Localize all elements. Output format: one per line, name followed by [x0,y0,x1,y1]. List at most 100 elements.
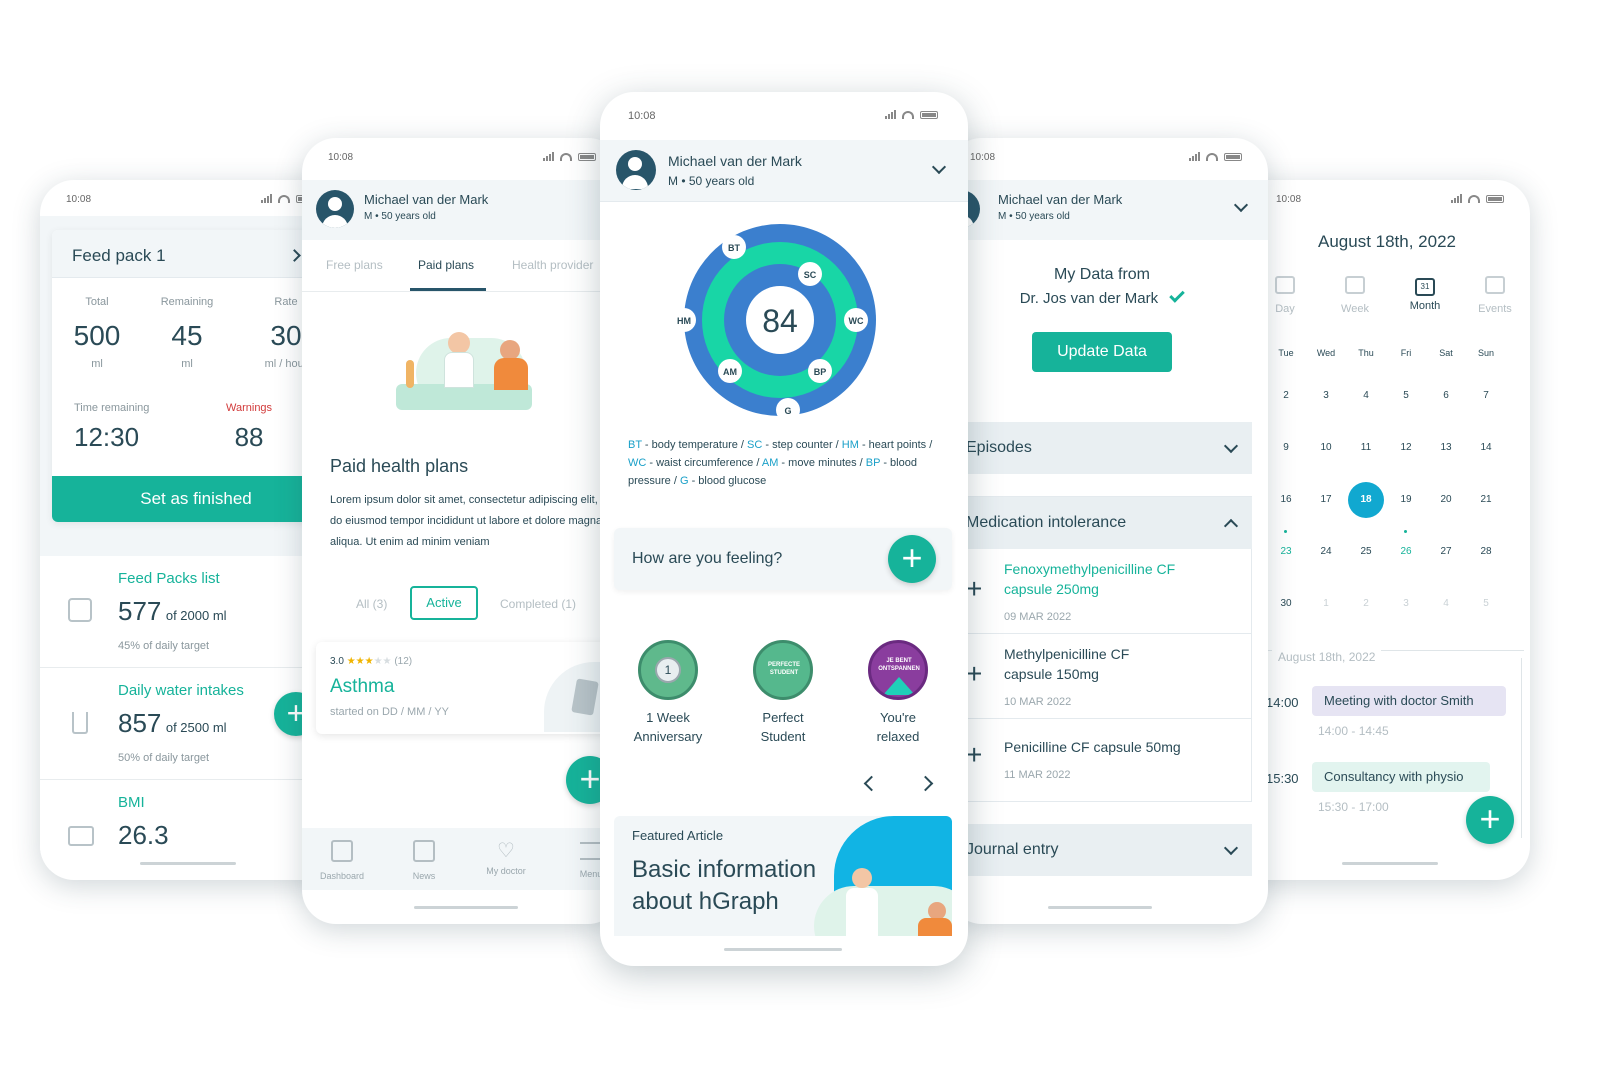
svg-text:WC: WC [849,316,864,326]
tab-health-provider[interactable]: Health provider [512,258,593,272]
set-finished-button[interactable]: Set as finished [52,476,340,522]
filter-completed[interactable]: Completed (1) [500,597,576,611]
med-intolerance-header[interactable]: Medication intolerance [948,497,1252,549]
legend-key: BP [865,457,881,469]
weekday-header: Sat [1439,348,1453,358]
weekday-header: Thu [1358,348,1374,358]
med-intolerance-accordion: Medication intolerance + Fenoxymethylpen… [948,496,1252,802]
calendar-day[interactable]: 9 [1268,430,1304,466]
plan-card-asthma[interactable]: 3.0 ★★★★★ (12) Asthma started on DD / MM… [316,642,622,734]
add-event-button[interactable]: + [1466,796,1514,844]
chevron-left-icon[interactable] [863,775,880,792]
status-bar: 10:08 [1230,180,1530,210]
calendar-day[interactable]: 26 [1388,534,1424,570]
calendar-day[interactable]: 13 [1428,430,1464,466]
calendar-day[interactable]: 20 [1428,482,1464,518]
stat-total: Total 500 ml [73,296,121,370]
calendar-day[interactable]: 28 [1468,534,1504,570]
chevron-down-icon[interactable] [931,159,947,175]
health-score: 84 [762,303,798,339]
svg-text:G: G [784,406,791,416]
calendar-day[interactable]: 30 [1268,586,1304,622]
wifi-icon [278,195,290,203]
svg-text:BT: BT [728,243,740,253]
calendar-day[interactable]: 5 [1388,378,1424,414]
article-title: Basic information [632,856,817,883]
calendar-day[interactable]: 5 [1468,586,1504,622]
wifi-icon [1468,195,1480,203]
nav-news[interactable]: News [394,840,454,881]
nav-my-doctor[interactable]: ♡ My doctor [476,840,536,876]
calendar-day[interactable]: 27 [1428,534,1464,570]
list-item-bmi[interactable]: BMI 26.3 [40,780,340,870]
wifi-icon [1206,153,1218,161]
chevron-right-icon[interactable] [288,249,301,262]
calendar-day[interactable]: 4 [1428,586,1464,622]
badge-perfect-student[interactable]: PERFECTE STUDENT Perfect Student [735,640,831,744]
tab-paid-plans[interactable]: Paid plans [418,258,474,272]
med-item[interactable]: + Penicilline CF capsule 50mg 11 MAR 202… [948,719,1252,803]
phone-health-plans: 10:08 Michael van der Mark M • 50 years … [302,138,622,924]
profile-header[interactable]: Michael van der Mark M • 50 years old [948,180,1268,240]
profile-header[interactable]: Michael van der Mark M • 50 years old [302,180,622,240]
med-item[interactable]: + Fenoxymethylpenicilline CF capsule 250… [948,549,1252,634]
tab-free-plans[interactable]: Free plans [326,258,383,272]
view-events[interactable]: Events [1470,276,1520,315]
gauge-label-sc: SC [798,262,822,286]
calendar-day[interactable]: 25 [1348,534,1384,570]
filter-all[interactable]: All (3) [356,597,387,611]
calendar-day[interactable]: 3 [1388,586,1424,622]
calendar-day[interactable]: 10 [1308,430,1344,466]
legend-text: - waist circumference / [646,457,762,469]
list-item-feed-packs[interactable]: Feed Packs list 577 of 2000 ml 45% of da… [40,556,340,668]
chevron-right-icon[interactable] [917,775,934,792]
add-feeling-button[interactable]: + [888,535,936,583]
view-week[interactable]: Week [1330,276,1380,315]
list-item-water[interactable]: Daily water intakes 857 of 2500 ml 50% o… [40,668,340,780]
calendar-day[interactable]: 7 [1468,378,1504,414]
calendar-day[interactable]: 1 [1308,586,1344,622]
calendar-day[interactable]: 14 [1468,430,1504,466]
chevron-down-icon [1223,438,1239,454]
badge-week-anniversary[interactable]: 1 1 Week Anniversary [620,640,716,744]
home-indicator [1048,906,1152,909]
calendar-day[interactable]: 2 [1268,378,1304,414]
calendar-day[interactable]: 11 [1348,430,1384,466]
plan-name: Asthma [330,676,395,697]
weekday-header: Sun [1477,348,1494,358]
calendar-day[interactable]: 12 [1388,430,1424,466]
calendar-day[interactable]: 4 [1348,378,1384,414]
chevron-down-icon[interactable] [1233,197,1249,213]
phone-dashboard: 10:08 Michael van der Mark M • 50 years … [600,92,968,966]
gauge-legend: BT - body temperature / SC - step counte… [628,436,942,490]
feeling-card[interactable]: How are you feeling? + [614,528,952,590]
featured-article-card[interactable]: Featured Article Basic information about… [614,816,952,936]
feed-pack-card: Feed pack 1 Total 500 ml Remaining 45 ml… [52,230,340,522]
calendar-day[interactable]: 16 [1268,482,1304,518]
nav-dashboard[interactable]: Dashboard [312,840,372,881]
plus-icon: + [966,739,983,770]
calendar-day[interactable]: 24 [1308,534,1344,570]
calendar-day[interactable]: 21 [1468,482,1504,518]
calendar-day[interactable]: 17 [1308,482,1344,518]
update-data-button[interactable]: Update Data [1032,332,1172,372]
view-month[interactable]: 31 Month [1400,276,1450,312]
legend-key: HM [841,439,859,451]
profile-header[interactable]: Michael van der Mark M • 50 years old [600,140,968,202]
med-item[interactable]: + Methylpenicilline CF capsule 150mg 10 … [948,634,1252,719]
home-indicator [724,948,842,951]
calendar-day[interactable]: 23 [1268,534,1304,570]
calendar-day[interactable]: 19 [1388,482,1424,518]
calendar-day[interactable]: 3 [1308,378,1344,414]
calendar-day[interactable]: 2 [1348,586,1384,622]
journal-accordion[interactable]: Journal entry [948,824,1252,876]
event-dot [1404,530,1407,533]
battery-icon [1486,195,1504,203]
dashboard-icon [331,840,353,862]
badge-relaxed[interactable]: JE BENT ONTSPANNEN You're relaxed [850,640,946,744]
warnings: Warnings 88 [226,402,273,452]
episodes-accordion[interactable]: Episodes [948,422,1252,474]
filter-active[interactable]: Active [410,586,478,620]
calendar-day[interactable]: 18 [1348,482,1384,518]
calendar-day[interactable]: 6 [1428,378,1464,414]
